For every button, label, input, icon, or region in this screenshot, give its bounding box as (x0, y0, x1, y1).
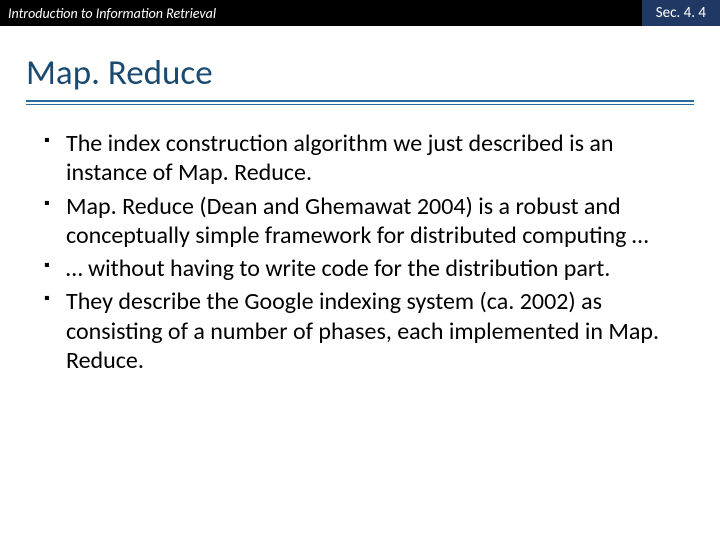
bullet-list: The index construction algorithm we just… (44, 129, 686, 375)
slide: Introduction to Information Retrieval Se… (0, 0, 720, 540)
course-title: Introduction to Information Retrieval (0, 5, 216, 22)
list-item: The index construction algorithm we just… (44, 129, 686, 188)
slide-body: The index construction algorithm we just… (0, 105, 720, 375)
section-label: Sec. 4. 4 (642, 0, 720, 26)
list-item: They describe the Google indexing system… (44, 287, 686, 375)
list-item: Map. Reduce (Dean and Ghemawat 2004) is … (44, 192, 686, 251)
top-bar: Introduction to Information Retrieval Se… (0, 0, 720, 26)
slide-title: Map. Reduce (0, 26, 720, 100)
list-item: … without having to write code for the d… (44, 254, 686, 283)
